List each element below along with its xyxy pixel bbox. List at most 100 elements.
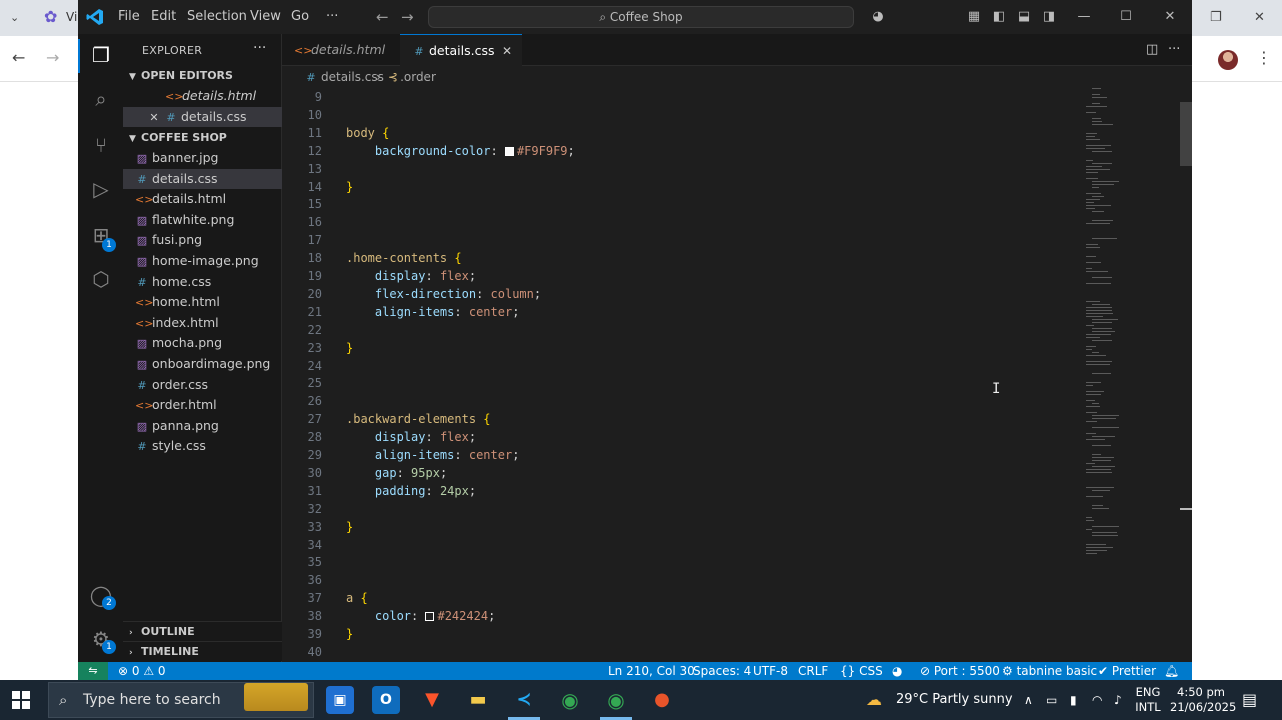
live-server-port[interactable]: ⊘ Port : 5500 [920, 662, 1000, 680]
folder-header[interactable]: ▼ COFFEE SHOP [123, 128, 282, 148]
code-editor[interactable]: 9 10 11 body {12 background-color: #F9F9F9;… [282, 88, 1192, 662]
breadcrumb-file[interactable]: # details.css [304, 66, 384, 89]
search-highlight-image[interactable] [244, 683, 308, 711]
weather-icon[interactable]: ☁ [866, 680, 882, 720]
weather-text[interactable]: 29°C Partly sunny [896, 680, 1013, 720]
source-control-icon[interactable]: ⑂ [88, 132, 114, 158]
system-clock[interactable]: 4:50 pm 21/06/2025 [1170, 685, 1236, 715]
indentation[interactable]: Spaces: 4 [693, 662, 751, 680]
open-editor-item[interactable]: <>details.html [123, 86, 282, 106]
chrome-icon[interactable]: ◉ [556, 686, 584, 714]
recorder-mic-icon[interactable]: ● [648, 686, 676, 714]
code-line[interactable]: body { [346, 124, 389, 142]
code-line[interactable]: background-color: #F9F9F9; [346, 142, 575, 160]
copilot-icon[interactable]: ◕ [870, 9, 886, 25]
editor-scrollbar-thumb[interactable] [1180, 102, 1192, 166]
problems-indicator[interactable]: ⊗ 0 ⚠ 0 [118, 662, 166, 680]
microsoft-store-icon[interactable]: ▣ [326, 686, 354, 714]
file-explorer-icon[interactable]: ▬ [464, 686, 492, 714]
line-endings[interactable]: CRLF [798, 662, 828, 680]
open-editors-header[interactable]: ▼ OPEN EDITORS [123, 66, 282, 86]
close-editor-icon[interactable]: ✕ [147, 108, 161, 127]
menu-more[interactable]: ··· [326, 9, 338, 24]
split-editor-icon[interactable]: ◫ [1146, 42, 1158, 57]
close-window-icon[interactable]: ✕ [1162, 9, 1178, 25]
command-center[interactable]: ⌕ Coffee Shop [428, 6, 854, 28]
chrome-profile-icon[interactable]: ◉ [602, 686, 630, 714]
minimize-icon[interactable]: — [1076, 9, 1092, 25]
copilot-status-icon[interactable]: ◕ [892, 662, 902, 680]
maximize-icon[interactable]: ☐ [1118, 9, 1134, 25]
tray-devices-icon[interactable]: ▭ [1046, 680, 1057, 720]
toggle-secondary-sidebar-icon[interactable]: ◨ [1041, 9, 1057, 25]
tabnine-status[interactable]: ⚙ tabnine basic [1002, 662, 1097, 680]
remote-explorer-icon[interactable]: ⬡ [88, 266, 114, 292]
outlook-icon[interactable]: O [372, 686, 400, 714]
browser-restore-icon[interactable]: ❐ [1210, 10, 1222, 26]
file-item[interactable]: # order.css [123, 375, 282, 395]
code-line[interactable]: .home-contents { [346, 249, 462, 267]
brave-browser-icon[interactable]: ▼ [418, 686, 446, 714]
tab-details-html[interactable]: <>details.html [282, 34, 400, 66]
file-item[interactable]: ▨ fusi.png [123, 230, 282, 250]
file-item[interactable]: <>home.html [123, 292, 282, 312]
toggle-primary-sidebar-icon[interactable]: ◧ [991, 9, 1007, 25]
search-view-icon[interactable]: ⌕ [88, 86, 114, 112]
color-swatch-icon[interactable] [504, 146, 514, 156]
file-item[interactable]: <>index.html [123, 313, 282, 333]
notification-center-icon[interactable]: ▤ [1242, 680, 1257, 720]
explorer-more-icon[interactable]: ··· [253, 40, 266, 56]
code-line[interactable]: flex-direction: column; [346, 285, 541, 303]
timeline-section[interactable]: › TIMELINE [123, 641, 282, 661]
close-tab-icon[interactable]: ✕ [502, 35, 512, 67]
explorer-icon[interactable]: ❐ [88, 42, 114, 68]
outline-section[interactable]: › OUTLINE [123, 621, 282, 641]
code-line[interactable]: a { [346, 589, 368, 607]
file-item[interactable]: # style.css [123, 436, 282, 456]
menu-view[interactable]: View [250, 9, 281, 24]
browser-menu-icon[interactable]: ⋮ [1256, 50, 1272, 66]
cursor-position[interactable]: Ln 210, Col 30 [608, 662, 695, 680]
browser-tab-title[interactable]: Vi [66, 10, 77, 24]
code-line[interactable]: gap: 95px; [346, 464, 447, 482]
code-line[interactable]: } [346, 339, 353, 357]
tray-mic-icon[interactable]: ▮ [1070, 680, 1077, 720]
menu-selection[interactable]: Selection [187, 9, 247, 24]
file-item[interactable]: ▨ mocha.png [123, 333, 282, 353]
code-line[interactable]: align-items: center; [346, 303, 520, 321]
file-item[interactable]: ▨ banner.jpg [123, 148, 282, 168]
file-item[interactable]: <>details.html [123, 189, 282, 209]
remote-indicator-icon[interactable]: ⇋ [78, 662, 108, 680]
tray-overflow-icon[interactable]: ∧ [1024, 680, 1033, 720]
browser-back-icon[interactable]: ← [12, 50, 25, 66]
windows-start-icon[interactable] [12, 691, 30, 709]
nav-back-icon[interactable]: ← [376, 8, 389, 26]
encoding[interactable]: UTF-8 [753, 662, 788, 680]
editor-more-icon[interactable]: ··· [1168, 42, 1180, 57]
file-item[interactable]: # home.css [123, 272, 282, 292]
code-line[interactable]: display: flex; [346, 267, 476, 285]
vscode-taskbar-icon[interactable]: ≺ [510, 686, 538, 714]
file-item[interactable]: ▨ onboardimage.png [123, 354, 282, 374]
tray-volume-icon[interactable]: ♪ [1114, 680, 1122, 720]
code-line[interactable]: .backward-elements { [346, 410, 491, 428]
run-debug-icon[interactable]: ▷ [88, 176, 114, 202]
menu-file[interactable]: File [118, 9, 140, 24]
file-item[interactable]: ▨ flatwhite.png [123, 210, 282, 230]
tab-list-chevron-icon[interactable]: ⌄ [10, 10, 19, 26]
nav-forward-icon[interactable]: → [401, 8, 414, 26]
language-mode[interactable]: {} CSS [840, 662, 883, 680]
file-item[interactable]: ▨ panna.png [123, 416, 282, 436]
code-line[interactable]: } [346, 625, 353, 643]
file-item[interactable]: ▨ home-image.png [123, 251, 282, 271]
tab-details-css[interactable]: # details.css ✕ [400, 34, 522, 66]
color-swatch-icon[interactable] [425, 612, 435, 622]
customize-layout-icon[interactable]: ▦ [966, 9, 982, 25]
browser-forward-icon[interactable]: → [46, 50, 59, 66]
code-line[interactable]: } [346, 518, 353, 536]
code-line[interactable]: } [346, 178, 353, 196]
file-item[interactable]: <>order.html [123, 395, 282, 415]
code-line[interactable]: padding: 24px; [346, 482, 476, 500]
notifications-bell-icon[interactable]: 🔔︎ [1164, 662, 1179, 680]
code-line[interactable]: display: flex; [346, 428, 476, 446]
